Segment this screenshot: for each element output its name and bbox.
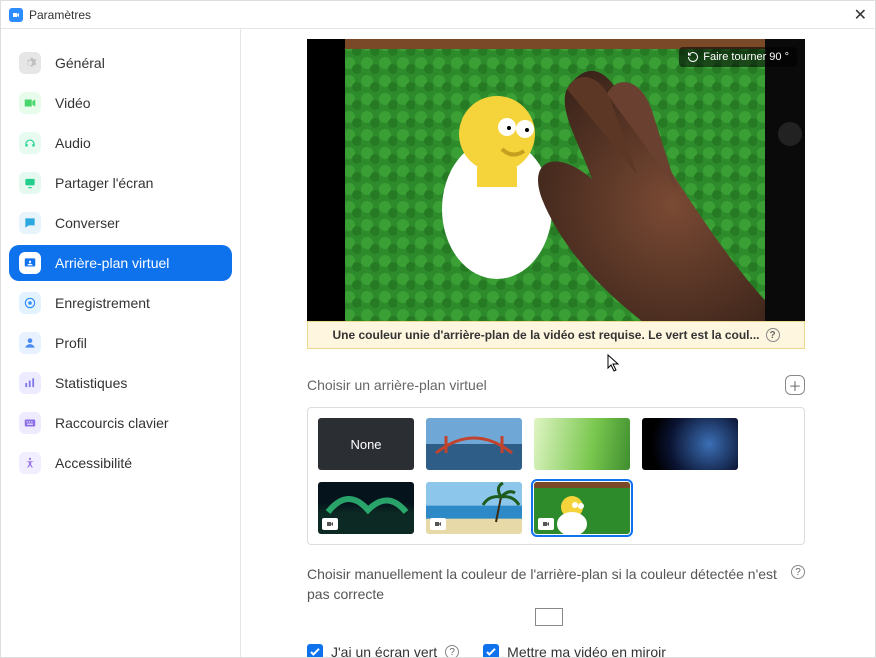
sidebar-item-label: Arrière-plan virtuel [55, 255, 169, 271]
sidebar-item-general[interactable]: Général [9, 45, 232, 81]
sidebar-item-profile[interactable]: Profil [9, 325, 232, 361]
camera-icon [19, 92, 41, 114]
bg-option-space[interactable] [642, 418, 738, 470]
bg-option-beach[interactable] [426, 482, 522, 534]
video-preview: Faire tourner 90 ° [307, 39, 805, 321]
bg-option-bridge[interactable] [426, 418, 522, 470]
window-title: Paramètres [29, 8, 854, 22]
sidebar-item-label: Audio [55, 135, 91, 151]
bg-option-simpsons[interactable] [534, 482, 630, 534]
mirror-video-checkbox[interactable]: Mettre ma vidéo en miroir [483, 644, 666, 657]
sidebar-item-label: Profil [55, 335, 87, 351]
sidebar-item-statistics[interactable]: Statistiques [9, 365, 232, 401]
keyboard-icon [19, 412, 41, 434]
background-thumbnails: None [307, 407, 805, 545]
mirror-video-label: Mettre ma vidéo en miroir [507, 644, 666, 657]
sidebar-item-label: Statistiques [55, 375, 127, 391]
share-icon [19, 172, 41, 194]
warning-banner: Une couleur unie d'arrière-plan de la vi… [307, 321, 805, 349]
chart-icon [19, 372, 41, 394]
preview-image [307, 39, 805, 321]
manual-color-label: Choisir manuellement la couleur de l'arr… [307, 565, 783, 604]
sidebar-item-label: Général [55, 55, 105, 71]
sidebar-item-label: Enregistrement [55, 295, 150, 311]
bg-option-grass[interactable] [534, 418, 630, 470]
sidebar-item-label: Converser [55, 215, 120, 231]
close-icon[interactable]: ✕ [854, 5, 867, 25]
choose-bg-label: Choisir un arrière-plan virtuel [307, 377, 487, 393]
sidebar-item-share[interactable]: Partager l'écran [9, 165, 232, 201]
sidebar-item-shortcuts[interactable]: Raccourcis clavier [9, 405, 232, 441]
chat-icon [19, 212, 41, 234]
accessibility-icon [19, 452, 41, 474]
checkbox-checked-icon [483, 644, 499, 657]
background-color-swatch[interactable] [535, 608, 563, 626]
sidebar-item-label: Raccourcis clavier [55, 415, 169, 431]
sidebar: Général Vidéo Audio Partager l'écran Con… [1, 29, 241, 657]
sidebar-item-audio[interactable]: Audio [9, 125, 232, 161]
gear-icon [19, 52, 41, 74]
rotate-icon [687, 51, 699, 63]
sidebar-item-label: Partager l'écran [55, 175, 153, 191]
sidebar-item-virtual-background[interactable]: Arrière-plan virtuel [9, 245, 232, 281]
checkbox-checked-icon [307, 644, 323, 657]
headphones-icon [19, 132, 41, 154]
record-icon [19, 292, 41, 314]
green-screen-label: J'ai un écran vert [331, 644, 437, 657]
help-icon[interactable]: ? [445, 645, 459, 657]
sidebar-item-recording[interactable]: Enregistrement [9, 285, 232, 321]
camera-badge-icon [322, 518, 338, 530]
camera-badge-icon [430, 518, 446, 530]
bg-option-none[interactable]: None [318, 418, 414, 470]
green-screen-checkbox[interactable]: J'ai un écran vert ? [307, 644, 459, 657]
rotate-label: Faire tourner 90 ° [703, 51, 789, 63]
help-icon[interactable]: ? [791, 565, 805, 579]
person-icon [19, 332, 41, 354]
warning-text: Une couleur unie d'arrière-plan de la vi… [333, 328, 760, 342]
sidebar-item-accessibility[interactable]: Accessibilité [9, 445, 232, 481]
main-panel: Faire tourner 90 ° Une couleur unie d'ar… [241, 29, 875, 657]
sidebar-item-chat[interactable]: Converser [9, 205, 232, 241]
camera-badge-icon [538, 518, 554, 530]
add-background-button[interactable]: ＋ [785, 375, 805, 395]
help-icon[interactable]: ? [766, 328, 780, 342]
titlebar: Paramètres ✕ [1, 1, 875, 29]
rotate-button[interactable]: Faire tourner 90 ° [679, 47, 797, 67]
app-icon [9, 8, 23, 22]
none-label: None [350, 437, 381, 452]
bg-option-aurora[interactable] [318, 482, 414, 534]
sidebar-item-label: Vidéo [55, 95, 91, 111]
sidebar-item-label: Accessibilité [55, 455, 132, 471]
cursor-icon [607, 354, 621, 377]
background-icon [19, 252, 41, 274]
sidebar-item-video[interactable]: Vidéo [9, 85, 232, 121]
